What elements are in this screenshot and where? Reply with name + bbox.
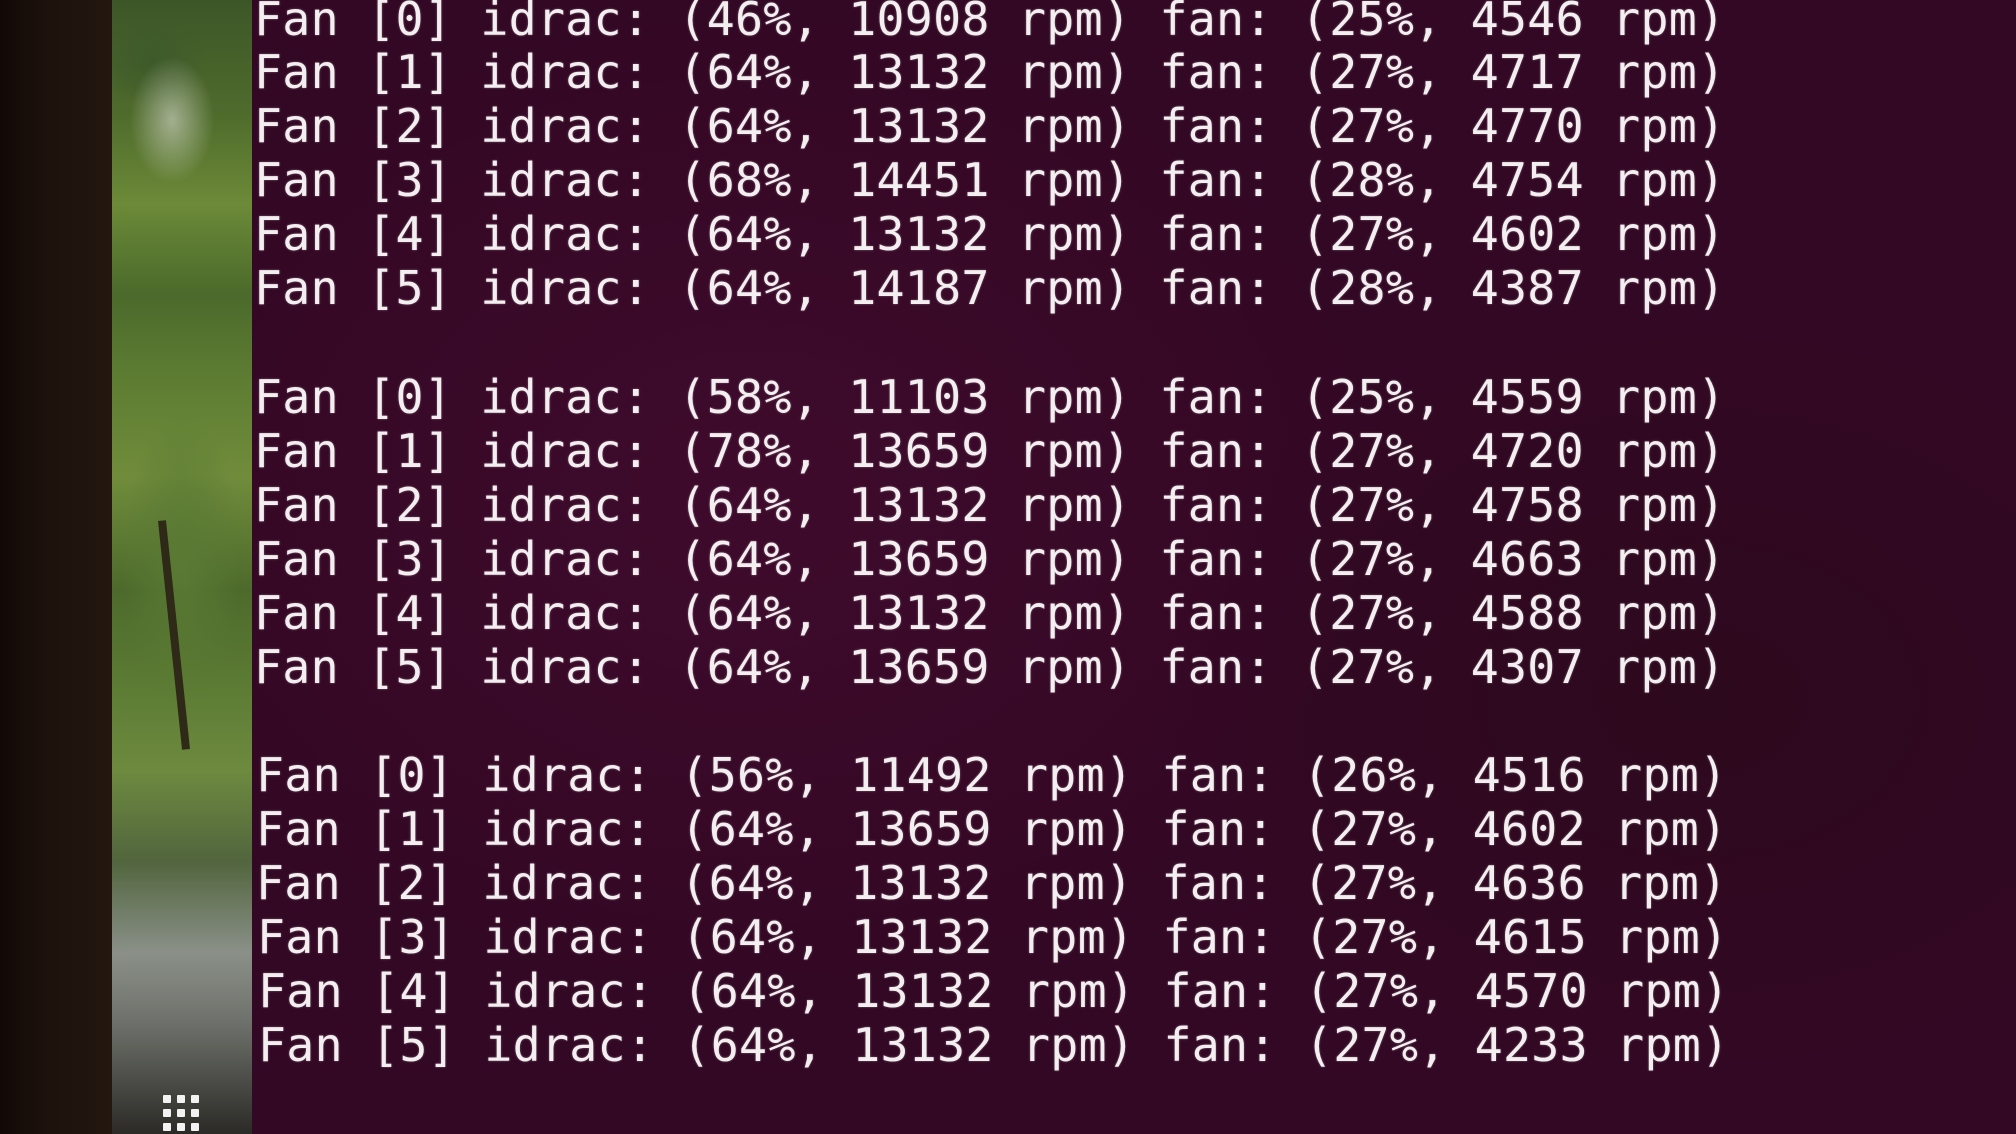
apps-grid-dot (191, 1095, 199, 1103)
terminal-line: Fan [0] idrac: (58%, 11103 rpm) fan: (25… (254, 370, 1726, 424)
terminal-line: Fan [1] idrac: (64%, 13659 rpm) fan: (27… (256, 802, 1728, 856)
terminal-line: Fan [1] idrac: (64%, 13132 rpm) fan: (27… (254, 45, 1726, 99)
apps-grid-dot (163, 1123, 171, 1131)
terminal-line: Fan [3] idrac: (68%, 14451 rpm) fan: (28… (254, 153, 1726, 207)
terminal-line: Fan [1] idrac: (78%, 13659 rpm) fan: (27… (254, 424, 1726, 478)
terminal-output[interactable]: Fan [0] idrac: (46%, 10908 rpm) fan: (25… (252, 0, 2016, 1134)
apps-grid-dot (177, 1095, 185, 1103)
terminal-line: Fan [3] idrac: (64%, 13132 rpm) fan: (27… (257, 910, 1729, 964)
apps-grid-dot (191, 1109, 199, 1117)
apps-grid-dot (191, 1123, 199, 1131)
apps-grid-dot (163, 1109, 171, 1117)
terminal-line: Fan [5] idrac: (64%, 14187 rpm) fan: (28… (254, 261, 1726, 315)
terminal-line: Fan [4] idrac: (64%, 13132 rpm) fan: (27… (254, 586, 1726, 640)
screen: Fan [0] idrac: (46%, 10908 rpm) fan: (25… (0, 0, 2016, 1134)
terminal-line: Fan [3] idrac: (64%, 13659 rpm) fan: (27… (254, 532, 1726, 586)
monitor-bezel (0, 0, 112, 1134)
terminal-line: Fan [0] idrac: (56%, 11492 rpm) fan: (26… (256, 748, 1728, 802)
terminal-line: Fan [4] idrac: (64%, 13132 rpm) fan: (27… (258, 964, 1730, 1018)
apps-grid-dot (163, 1095, 171, 1103)
terminal-line: Fan [5] idrac: (64%, 13659 rpm) fan: (27… (254, 640, 1726, 694)
terminal-line: Fan [0] idrac: (46%, 10908 rpm) fan: (25… (254, 0, 1726, 46)
apps-grid-dot (177, 1123, 185, 1131)
desktop-wallpaper (112, 0, 252, 1134)
apps-grid-icon[interactable] (163, 1095, 211, 1134)
terminal-line: Fan [5] idrac: (64%, 13132 rpm) fan: (27… (258, 1018, 1730, 1072)
terminal-line: Fan [2] idrac: (64%, 13132 rpm) fan: (27… (256, 856, 1728, 910)
terminal-line: Fan [2] idrac: (64%, 13132 rpm) fan: (27… (254, 478, 1726, 532)
apps-grid-dot (177, 1109, 185, 1117)
terminal-line: Fan [4] idrac: (64%, 13132 rpm) fan: (27… (254, 207, 1726, 261)
terminal-window[interactable]: Fan [0] idrac: (46%, 10908 rpm) fan: (25… (252, 0, 2016, 1134)
terminal-line: Fan [2] idrac: (64%, 13132 rpm) fan: (27… (254, 99, 1726, 153)
